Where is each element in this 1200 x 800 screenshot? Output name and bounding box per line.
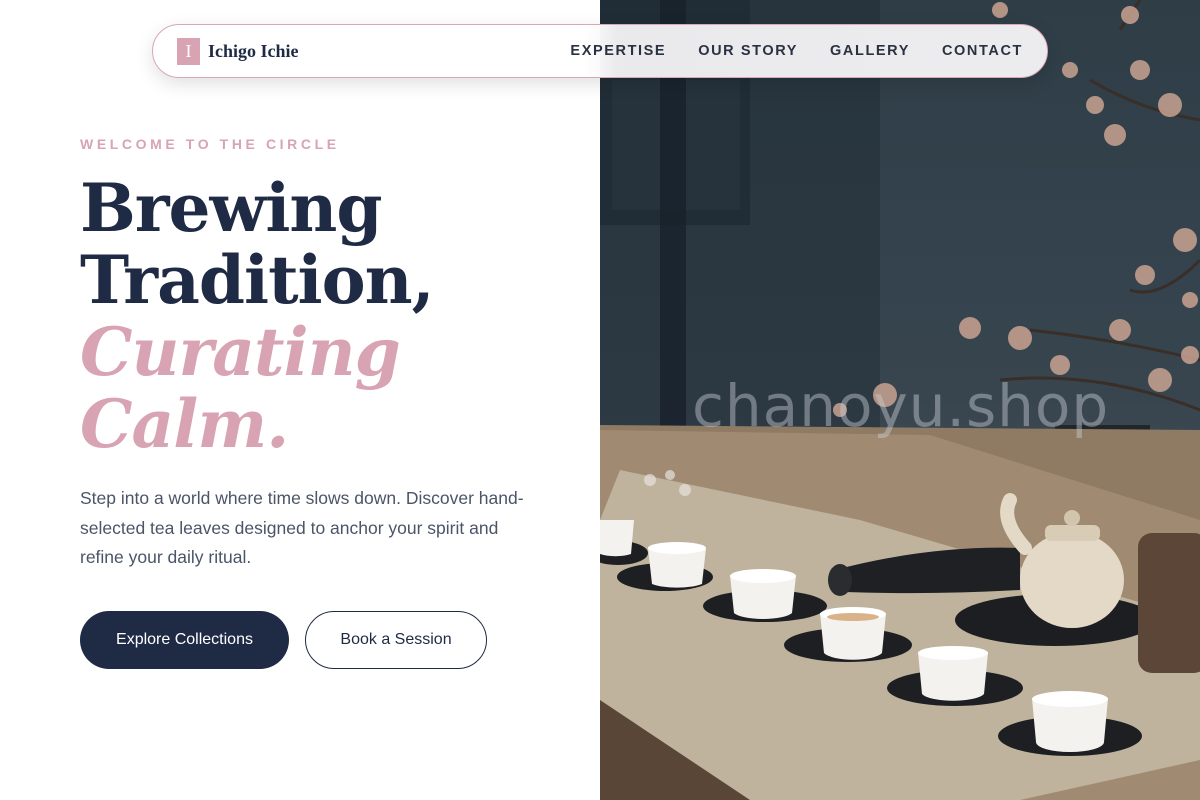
nav-link-gallery[interactable]: GALLERY xyxy=(830,43,910,59)
headline-line-1: Brewing xyxy=(80,169,383,247)
headline-line-2: Tradition, xyxy=(80,241,435,319)
hero-description: Step into a world where time slows down.… xyxy=(80,488,524,567)
nav-links: EXPERTISE OUR STORY GALLERY CONTACT xyxy=(570,25,1023,77)
top-nav: I Ichigo Ichie EXPERTISE OUR STORY GALLE… xyxy=(152,24,1048,78)
watermark-text: chanoyu.shop xyxy=(692,372,1110,440)
nav-link-expertise[interactable]: EXPERTISE xyxy=(570,43,666,59)
book-session-button[interactable]: Book a Session xyxy=(305,611,487,669)
nav-link-our-story[interactable]: OUR STORY xyxy=(698,43,798,59)
hero-photo: chanoyu.shop xyxy=(600,0,1200,800)
hero-headline: Brewing Tradition, Curating Calm. xyxy=(80,169,435,463)
headline-accent-2: Calm. xyxy=(80,385,289,463)
logo-mark-icon: I xyxy=(177,37,200,65)
explore-collections-button[interactable]: Explore Collections xyxy=(80,611,289,669)
nav-link-contact[interactable]: CONTACT xyxy=(942,43,1023,59)
headline-accent-1: Curating xyxy=(80,313,401,391)
hero-eyebrow: WELCOME TO THE CIRCLE xyxy=(80,136,340,152)
brand-name: Ichigo Ichie xyxy=(208,40,299,61)
brand-logo[interactable]: I Ichigo Ichie xyxy=(177,37,299,65)
